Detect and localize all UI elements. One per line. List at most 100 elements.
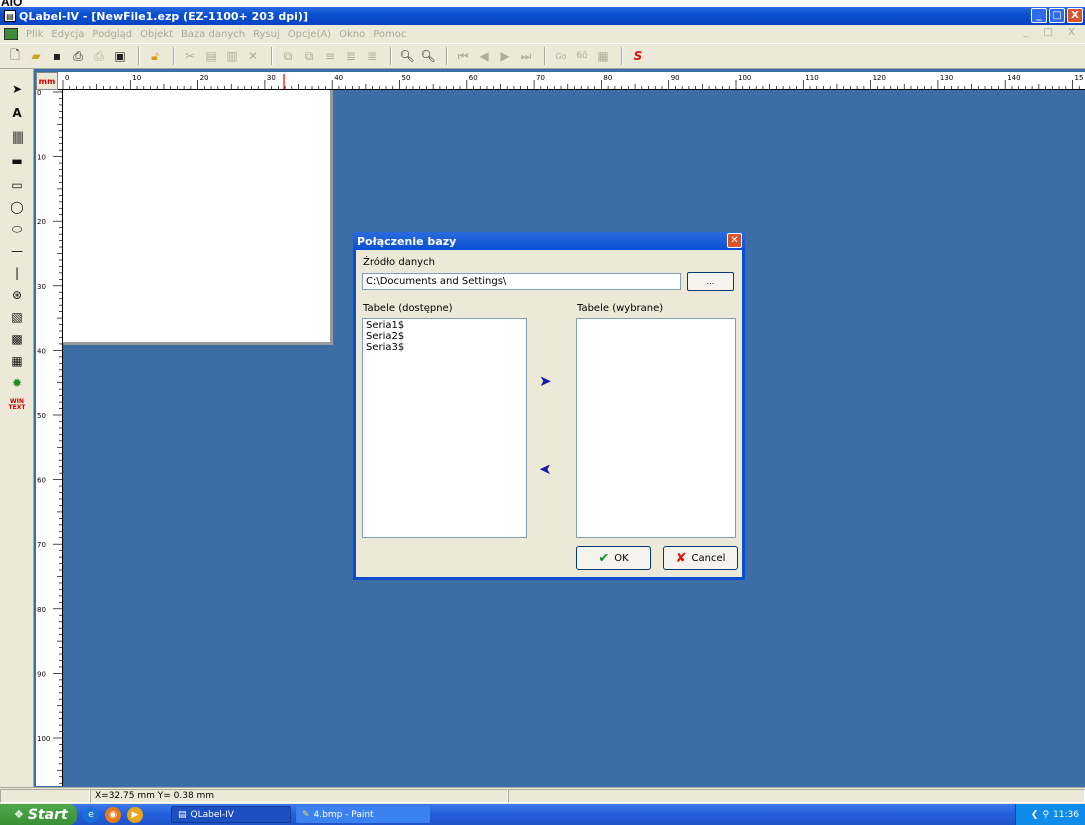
ruler-tick-label: 140 — [1007, 74, 1020, 82]
group-icon[interactable]: ⧉ — [279, 47, 297, 65]
datamatrix-icon[interactable]: ▩ — [7, 329, 27, 349]
mdi-controls[interactable]: _ □ X — [1023, 27, 1081, 38]
source-input[interactable]: C:\Documents and Settings\ — [362, 273, 681, 290]
menu-baza-danych[interactable]: Baza danych — [181, 29, 245, 40]
find-icon[interactable]: 6ô — [573, 47, 591, 65]
last-icon[interactable]: ⏭ — [517, 47, 535, 65]
add-arrow-icon[interactable]: ➤ — [539, 372, 552, 390]
menu-edycja[interactable]: Edycja — [51, 29, 84, 40]
vertical-ruler[interactable]: 0 10 20 30 40 50 60 70 80 90 100 — [36, 90, 63, 786]
task-qlabel[interactable]: ▤ QLabel-IV — [171, 806, 291, 823]
toolbar-separator — [390, 47, 392, 65]
app-icon[interactable]: ▤ — [4, 10, 16, 22]
print-icon[interactable]: ⎙ — [69, 47, 87, 65]
network-icon[interactable]: ⚲ — [1042, 810, 1049, 820]
ie-icon[interactable]: e — [83, 806, 99, 823]
ruler-tick-label: 50 — [402, 74, 411, 82]
selected-tables-label: Tabele (wybrane) — [577, 303, 664, 314]
menu-plik[interactable]: Plik — [26, 29, 43, 40]
menu-podglad[interactable]: Podgląd — [92, 29, 132, 40]
menu-pomoc[interactable]: Pomoc — [373, 29, 406, 40]
ruler-tick-label: 40 — [334, 74, 343, 82]
paint-task-icon: ✎ — [302, 809, 310, 820]
prev-icon[interactable]: ◀ — [475, 47, 493, 65]
list-item[interactable]: Seria2$ — [366, 331, 523, 342]
qr-icon[interactable]: ▦ — [7, 351, 27, 371]
start-button[interactable]: ❖ Start — [0, 804, 77, 825]
zoom-in-icon[interactable]: 🔍︎ — [419, 47, 437, 65]
zoom-out-icon[interactable]: 🔍︎ — [398, 47, 416, 65]
cut-icon[interactable]: ✂ — [181, 47, 199, 65]
minimize-button[interactable]: _ — [1031, 8, 1047, 23]
pointer-icon[interactable]: ➤ — [7, 79, 27, 99]
vline-icon[interactable]: | — [7, 263, 27, 283]
go-icon[interactable]: Go — [552, 47, 570, 65]
hline-icon[interactable]: — — [7, 241, 27, 261]
browse-button[interactable]: ... — [687, 272, 734, 291]
delete-icon[interactable]: ✕ — [244, 47, 262, 65]
text-icon[interactable]: A — [7, 103, 27, 123]
remove-arrow-icon[interactable]: ➤ — [539, 460, 552, 478]
open-icon[interactable]: ▰ — [27, 47, 45, 65]
taskbar: ❖ Start e ◉ ▶ ▤ QLabel-IV ✎ 4.bmp - Pain… — [0, 804, 1085, 825]
available-tables-list[interactable]: Seria1$ Seria2$ Seria3$ — [362, 318, 527, 538]
mdi-doc-icon[interactable] — [4, 28, 18, 40]
ellipse-icon[interactable]: ◯ — [7, 197, 27, 217]
ok-button[interactable]: ✔ OK — [576, 546, 651, 570]
horizontal-ruler-ticks: 0 10 20 30 40 50 60 70 80 90 100 110 120 130 140 15 — [62, 74, 1083, 89]
ruler-tick-label: 50 — [37, 412, 46, 420]
ruler-unit[interactable]: mm — [36, 72, 58, 90]
save-icon[interactable]: ▪ — [48, 47, 66, 65]
distribute2-icon[interactable]: ≣ — [363, 47, 381, 65]
barcode-icon[interactable]: ||||| — [7, 127, 27, 147]
task-paint[interactable]: ✎ 4.bmp - Paint — [296, 806, 430, 823]
ruler-tick-label: 30 — [267, 74, 276, 82]
rounded-rect-icon[interactable]: ⬭ — [7, 219, 27, 239]
circle-pattern-icon[interactable]: ⊛ — [7, 285, 27, 305]
pdf417-icon[interactable]: ▧ — [7, 307, 27, 327]
close-button[interactable]: X — [1067, 8, 1083, 23]
ungroup-icon[interactable]: ⧉ — [300, 47, 318, 65]
task-qlabel-label: QLabel-IV — [190, 809, 234, 820]
align-icon[interactable]: ≡ — [321, 47, 339, 65]
maximize-button[interactable]: □ — [1049, 8, 1065, 23]
new-icon[interactable]: 🗋 — [6, 47, 24, 65]
filled-rect-icon[interactable]: ▬ — [7, 151, 27, 171]
media-icon[interactable]: ▶ — [127, 806, 143, 823]
database-connection-dialog: Połączenie bazy ✕ Źródło danych C:\Docum… — [353, 232, 745, 580]
print-preview-icon[interactable]: ⎙ — [90, 47, 108, 65]
tray-arrow-icon[interactable]: ❮ — [1031, 810, 1039, 820]
ruler-tick-label: 30 — [37, 283, 46, 291]
copy-doc-icon[interactable]: ▣ — [111, 47, 129, 65]
image-icon[interactable]: ✹ — [7, 373, 27, 393]
clipboard-icon[interactable]: ▥ — [223, 47, 241, 65]
menu-okno[interactable]: Okno — [339, 29, 365, 40]
cancel-button[interactable]: ✘ Cancel — [663, 546, 738, 570]
list-item[interactable]: Seria1$ — [366, 320, 523, 331]
paste-icon[interactable]: ▤ — [202, 47, 220, 65]
menu-opcje[interactable]: Opcje(A) — [288, 29, 331, 40]
first-icon[interactable]: ⏮ — [454, 47, 472, 65]
window-titlebar[interactable]: ▤ QLabel-IV - [NewFile1.ezp (EZ-1100+ 20… — [0, 7, 1085, 25]
distribute-icon[interactable]: ≣ — [342, 47, 360, 65]
list-item[interactable]: Seria3$ — [366, 342, 523, 353]
lock-icon[interactable]: 🔓︎ — [146, 47, 164, 65]
next-icon[interactable]: ▶ — [496, 47, 514, 65]
menu-objekt[interactable]: Objekt — [140, 29, 173, 40]
dialog-title: Połączenie bazy — [357, 234, 457, 248]
menu-rysuj[interactable]: Rysuj — [253, 29, 280, 40]
toolbar-separator — [446, 47, 448, 65]
script-icon[interactable]: S — [629, 47, 647, 65]
firefox-icon[interactable]: ◉ — [105, 806, 121, 823]
ruler-tick-label: 100 — [37, 735, 50, 743]
db-icon[interactable]: ▦ — [594, 47, 612, 65]
selected-tables-list[interactable] — [576, 318, 736, 538]
ruler-tick-label: 20 — [200, 74, 209, 82]
label-page[interactable] — [63, 90, 333, 345]
dialog-close-button[interactable]: ✕ — [727, 233, 742, 248]
ruler-tick-label: 90 — [37, 670, 46, 678]
rect-icon[interactable]: ▭ — [7, 175, 27, 195]
dialog-titlebar[interactable]: Połączenie bazy ✕ — [353, 232, 745, 250]
horizontal-ruler[interactable]: 0 10 20 30 40 50 60 70 80 90 100 110 120 130 140 15 — [36, 72, 1085, 90]
win-text-icon[interactable]: WIN TEXT — [7, 395, 27, 415]
